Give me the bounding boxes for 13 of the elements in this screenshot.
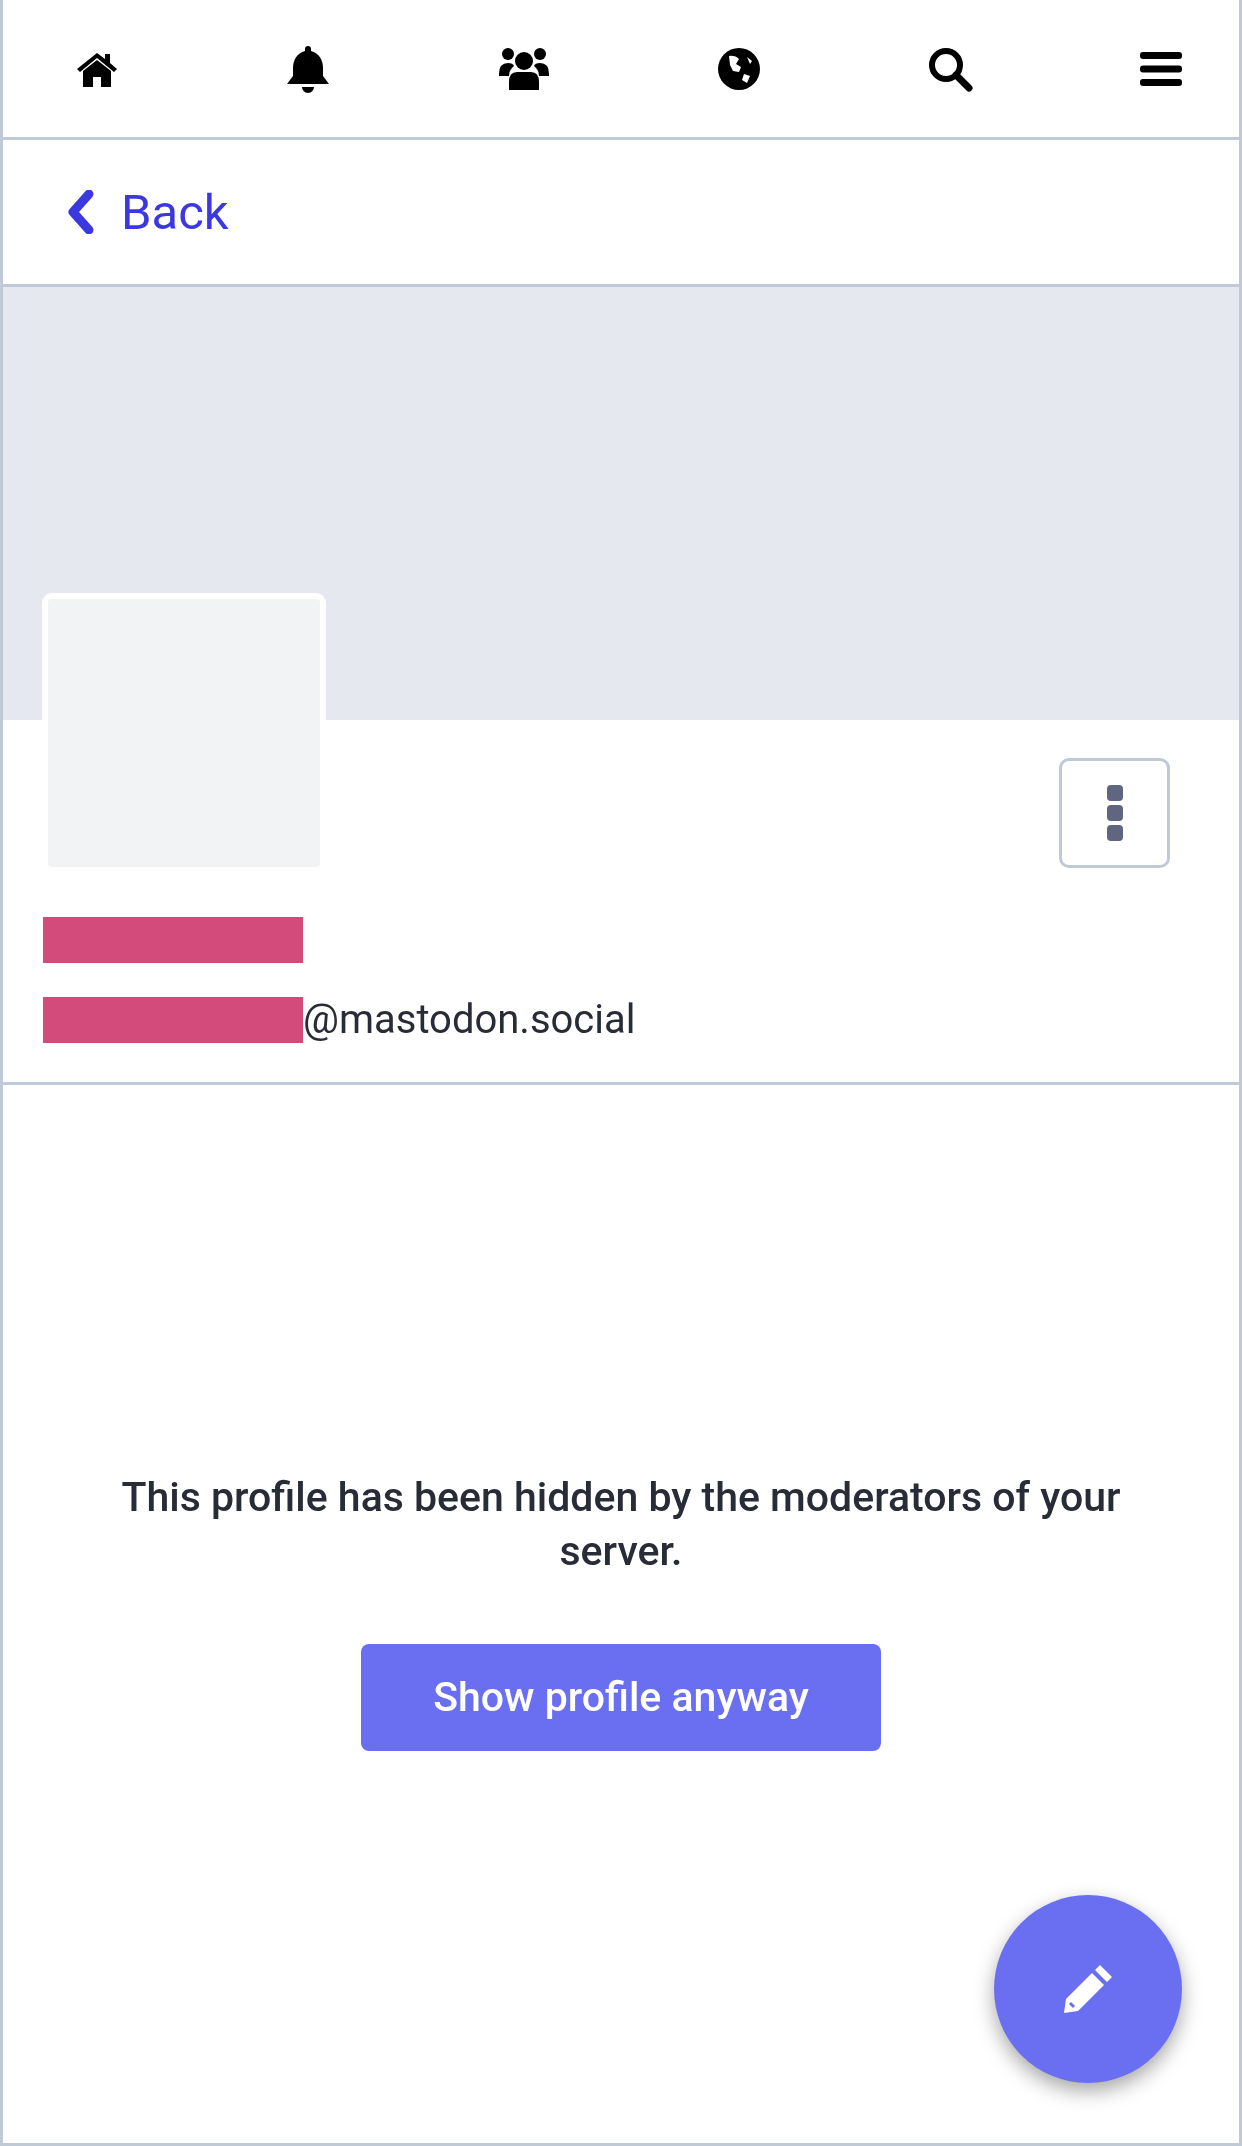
bell-icon <box>285 43 331 94</box>
search-icon <box>927 45 973 92</box>
people-icon <box>497 45 551 92</box>
globe-icon <box>717 46 761 91</box>
compose-button[interactable] <box>994 1895 1182 2083</box>
back-link[interactable]: Back <box>65 187 229 237</box>
hidden-profile-message: This profile has been hidden by the moderators of your server. <box>120 1472 1122 1577</box>
show-profile-button[interactable]: Show profile anyway <box>361 1644 881 1751</box>
chevron-left-icon <box>65 190 95 234</box>
menu-icon <box>1139 50 1183 87</box>
account-handle: @mastodon.social <box>303 1000 636 1040</box>
more-options-button[interactable] <box>1059 758 1170 868</box>
vertical-dots-icon <box>1106 785 1123 841</box>
